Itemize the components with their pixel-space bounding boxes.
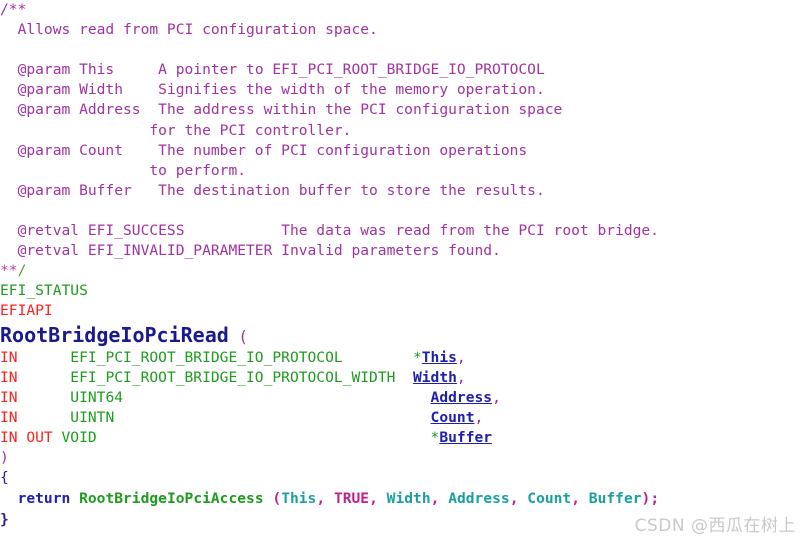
code-viewer: /** Allows read from PCI configuration s… <box>0 0 804 542</box>
parameter-row: IN EFI_PCI_ROOT_BRIDGE_IO_PROTOCOL *This… <box>0 348 804 368</box>
param-direction: IN <box>0 408 18 426</box>
call-arg-true: TRUE <box>333 490 370 508</box>
call-lparen: ( <box>272 490 282 508</box>
param-direction: IN <box>0 388 18 406</box>
param-tag: @param This <box>0 61 115 79</box>
call-arg: This <box>281 490 317 508</box>
return-keyword: return <box>17 490 71 508</box>
called-function-name: RootBridgeIoPciAccess <box>79 490 264 508</box>
param-name: Count <box>430 408 475 426</box>
parameter-row: IN EFI_PCI_ROOT_BRIDGE_IO_PROTOCOL_WIDTH… <box>0 368 804 388</box>
retval-tag: @retval EFI_SUCCESS <box>0 222 185 240</box>
function-name: RootBridgeIoPciRead <box>0 322 229 347</box>
comment-param-line: @param Count The number of PCI configura… <box>0 141 804 161</box>
arg-comma: , <box>430 490 449 508</box>
close-paren: ) <box>0 448 9 466</box>
calling-convention: EFIAPI <box>0 302 53 320</box>
param-tag: @param Width <box>0 81 124 99</box>
param-direction: IN <box>0 368 18 386</box>
csdn-watermark: CSDN @西瓜在树上 <box>634 516 796 536</box>
comment-param-line: for the PCI controller. <box>0 121 804 141</box>
comment-retval-line: @retval EFI_INVALID_PARAMETER Invalid pa… <box>0 241 804 261</box>
comment-close-slash: / <box>17 262 27 280</box>
param-name: Width <box>412 368 457 386</box>
param-comma: , <box>456 368 466 386</box>
comment-param-line: @param Width Signifies the width of the … <box>0 80 804 100</box>
call-arg: Buffer <box>588 490 642 508</box>
param-type: EFI_PCI_ROOT_BRIDGE_IO_PROTOCOL <box>70 348 343 366</box>
comment-param-line: to perform. <box>0 161 804 181</box>
return-statement: return RootBridgeIoPciAccess (This, TRUE… <box>0 488 804 509</box>
return-type: EFI_STATUS <box>0 282 88 300</box>
doc-comment-block: /** Allows read from PCI configuration s… <box>0 0 804 281</box>
comment-summary: Allows read from PCI configuration space… <box>0 21 378 39</box>
param-comma: , <box>456 348 466 366</box>
parameter-row: IN OUT VOID *Buffer <box>0 428 804 448</box>
param-name: Buffer <box>439 428 493 446</box>
retval-desc: Invalid parameters found. <box>272 242 501 260</box>
param-tag: @param Count <box>0 141 124 159</box>
arg-comma: , <box>369 490 387 508</box>
param-tag: @param Buffer <box>0 181 132 199</box>
comment-open: /** <box>0 1 27 18</box>
comment-param-line: @param Buffer The destination buffer to … <box>0 181 804 201</box>
param-pointer: * <box>412 348 422 366</box>
param-comma: , <box>492 388 501 406</box>
open-paren-glyph: ( <box>238 326 249 346</box>
call-arg: Width <box>386 490 431 508</box>
param-comma: , <box>474 408 484 426</box>
comment-close-stars: ** <box>0 262 18 280</box>
param-type: VOID <box>61 428 97 446</box>
call-arg: Address <box>448 490 510 508</box>
parameter-row: IN UINTN Count, <box>0 408 804 428</box>
param-direction: IN <box>0 348 18 366</box>
retval-desc: The data was read from the PCI root brid… <box>184 222 659 240</box>
semicolon: ; <box>650 490 660 508</box>
arg-comma: , <box>316 490 334 508</box>
arg-comma: , <box>509 490 528 508</box>
param-direction: IN OUT <box>0 428 53 446</box>
comment-blank-2 <box>0 201 804 221</box>
retval-tag: @retval EFI_INVALID_PARAMETER <box>0 242 273 260</box>
param-type: UINTN <box>70 408 115 426</box>
comment-blank-1 <box>0 40 804 60</box>
open-paren <box>229 327 239 346</box>
parameter-row: IN UINT64 Address, <box>0 388 804 408</box>
comment-retval-line: @retval EFI_SUCCESS The data was read fr… <box>0 221 804 241</box>
open-brace: { <box>0 469 9 487</box>
call-rparen: ) <box>641 490 651 508</box>
param-desc: The address within the PCI configuration… <box>140 101 563 119</box>
arg-comma: , <box>571 490 589 508</box>
comment-close: **/ <box>0 261 804 281</box>
call-arg: Count <box>527 490 572 508</box>
param-desc: A pointer to EFI_PCI_ROOT_BRIDGE_IO_PROT… <box>114 61 545 79</box>
param-desc: for the PCI controller. <box>0 121 352 139</box>
param-desc: The destination buffer to store the resu… <box>131 181 545 199</box>
param-tag: @param Address <box>0 101 141 119</box>
function-declaration: RootBridgeIoPciRead ( <box>0 322 804 348</box>
param-desc: The number of PCI configuration operatio… <box>123 141 528 159</box>
param-name: Address <box>430 388 493 406</box>
comment-param-line: @param This A pointer to EFI_PCI_ROOT_BR… <box>0 60 804 80</box>
comment-param-line: @param Address The address within the PC… <box>0 100 804 120</box>
param-type: EFI_PCI_ROOT_BRIDGE_IO_PROTOCOL_WIDTH <box>70 368 396 386</box>
param-type: UINT64 <box>70 388 124 406</box>
param-name: This <box>421 348 457 366</box>
param-desc: to perform. <box>0 161 247 179</box>
param-desc: Signifies the width of the memory operat… <box>123 81 545 99</box>
